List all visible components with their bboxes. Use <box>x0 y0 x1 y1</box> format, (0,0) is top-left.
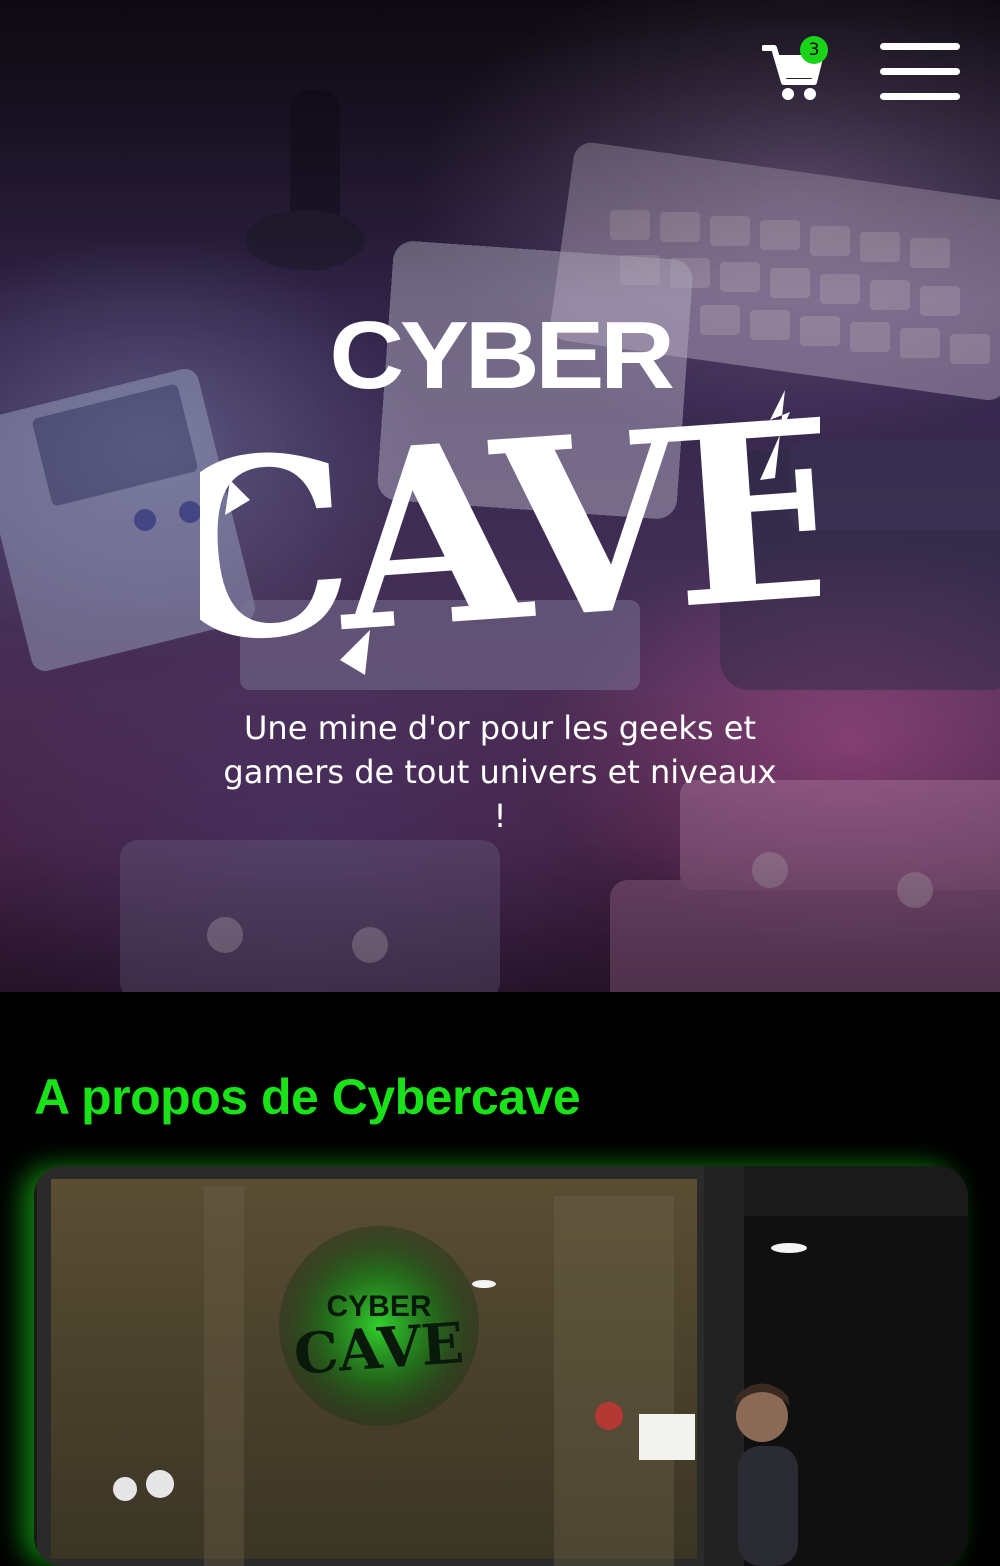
menu-button[interactable] <box>878 40 962 104</box>
cybercave-logo: CYBER CAVE <box>200 302 820 690</box>
logo-text-bottom: CAVE <box>200 364 820 690</box>
cart-count-badge: 3 <box>800 36 828 64</box>
shop-front-photo: CYBER CAVE <box>34 1166 968 1566</box>
svg-text:CAVE: CAVE <box>292 1310 466 1388</box>
cart-button[interactable]: 3 <box>760 36 832 106</box>
hero-tagline: Une mine d'or pour les geeks et gamers d… <box>223 709 777 835</box>
about-section-title: A propos de Cybercave <box>34 1069 581 1125</box>
